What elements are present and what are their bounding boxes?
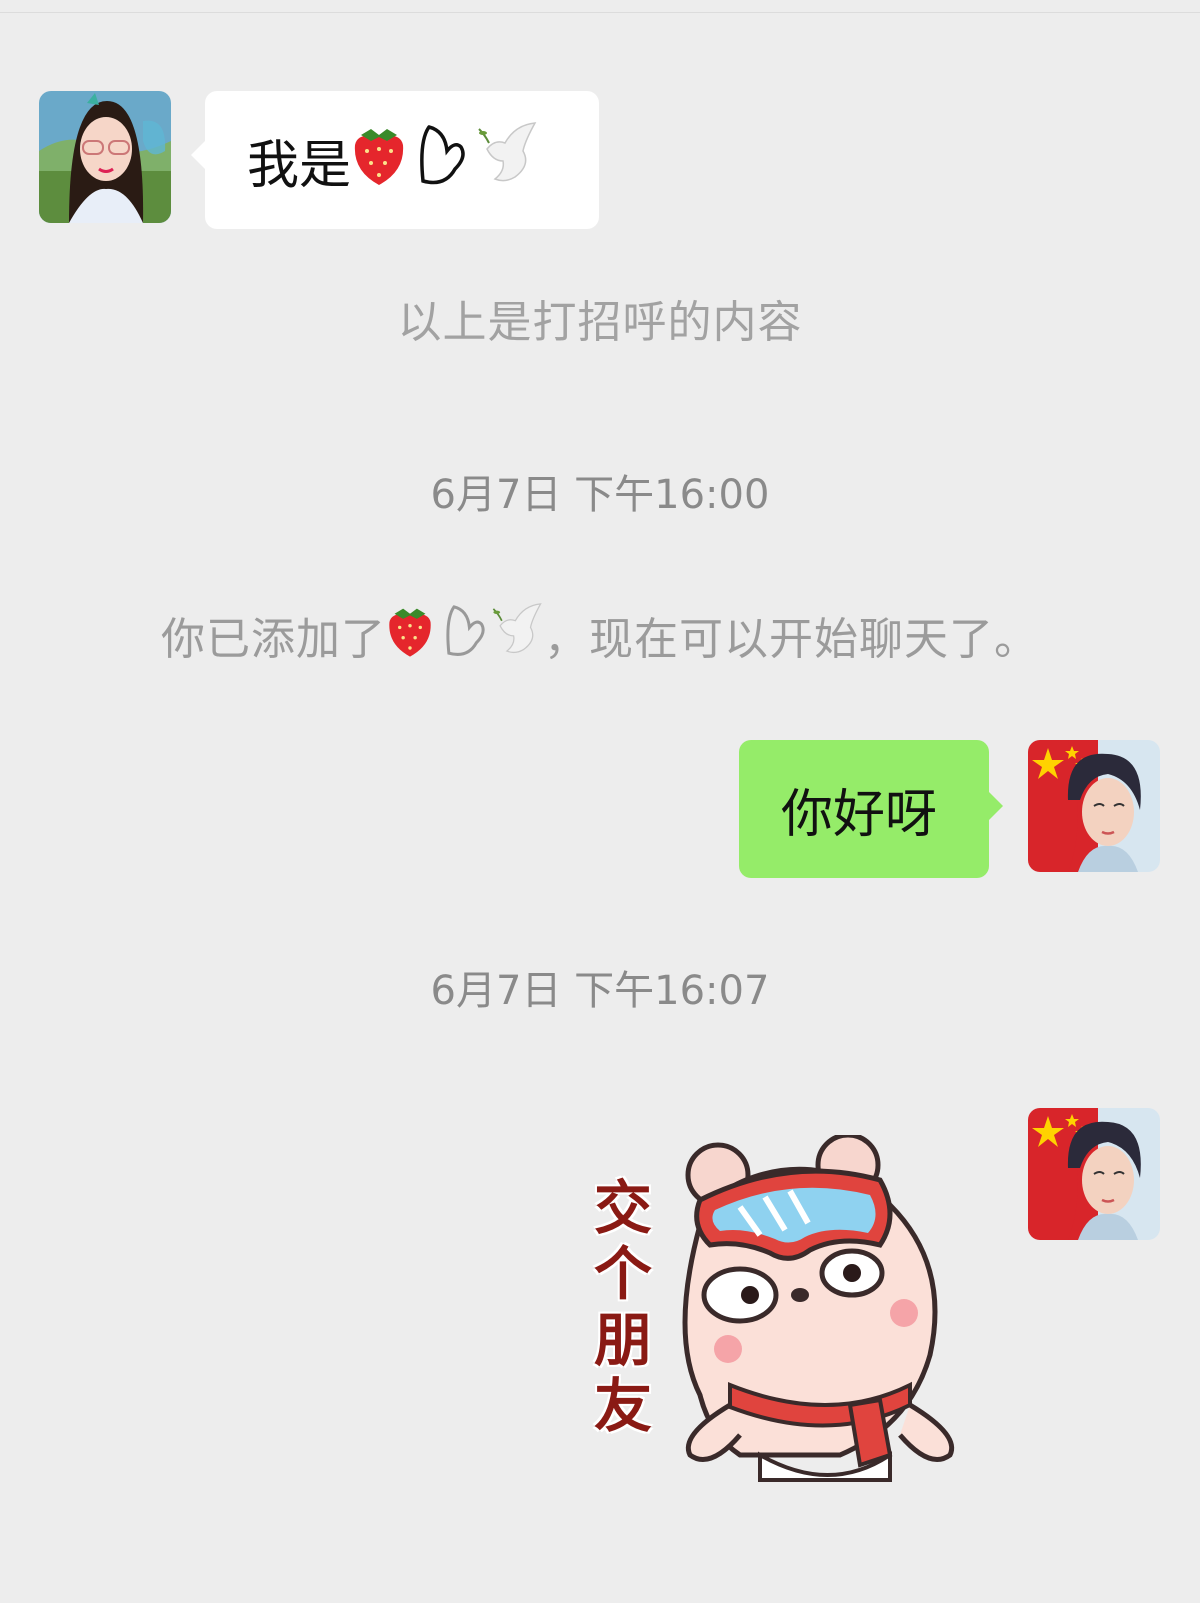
heart-doodle-icon — [415, 121, 471, 200]
bear-sticker[interactable]: 交个朋友 — [590, 1135, 990, 1515]
added-notice: 你已添加了 ，现在可以开始聊天了。 — [0, 600, 1200, 670]
timestamp-1: 6月7日 下午16:00 — [430, 472, 770, 518]
greeting-text: 我是 — [247, 135, 352, 196]
girl-avatar-icon — [39, 91, 171, 223]
boy-avatar-icon — [1028, 1108, 1160, 1240]
bubble-tail — [989, 792, 1003, 820]
bear-icon — [682, 1135, 954, 1482]
incoming-message-bubble[interactable]: 我是 — [191, 91, 599, 229]
strawberry-icon — [386, 601, 434, 670]
contact-avatar[interactable] — [39, 91, 171, 223]
dove-icon — [475, 121, 539, 200]
dove-icon — [490, 601, 544, 670]
top-divider — [0, 12, 1200, 13]
added-notice-prefix: 你已添加了 — [161, 614, 386, 665]
heart-doodle-icon — [442, 601, 490, 670]
greeting-note: 以上是打招呼的内容 — [397, 297, 803, 348]
outgoing-message-bubble[interactable]: 你好呀 — [739, 740, 1003, 878]
strawberry-icon — [351, 121, 407, 200]
boy-avatar-icon — [1028, 740, 1160, 872]
hello-text: 你好呀 — [781, 784, 938, 845]
bubble-tail — [191, 141, 205, 169]
self-avatar[interactable] — [1028, 740, 1160, 872]
added-notice-suffix: ，现在可以开始聊天了。 — [544, 614, 1039, 665]
self-avatar[interactable] — [1028, 1108, 1160, 1240]
timestamp-2: 6月7日 下午16:07 — [430, 968, 770, 1014]
